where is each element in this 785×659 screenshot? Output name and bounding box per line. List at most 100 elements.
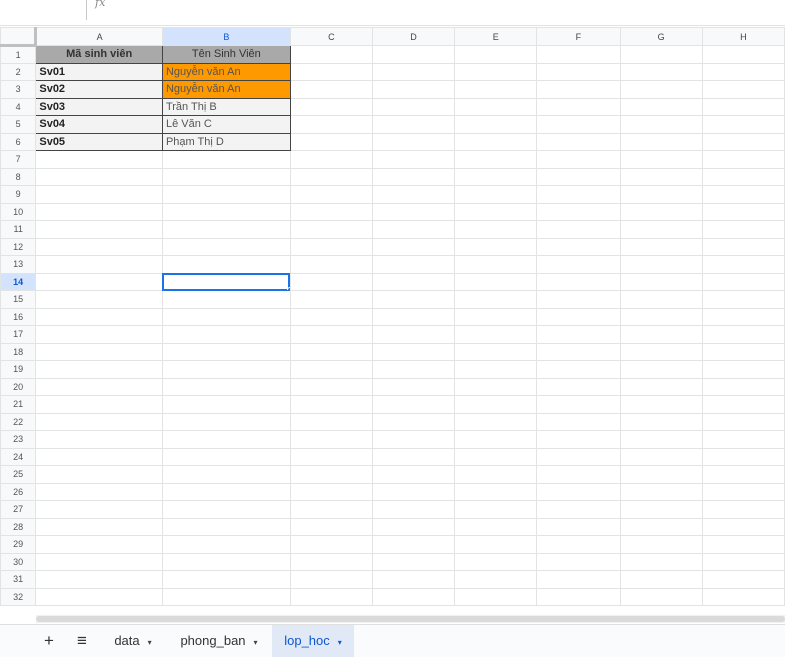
sheet-tab-lop_hoc[interactable]: lop_hoc ▾ xyxy=(272,625,354,657)
cell-A30[interactable] xyxy=(35,552,163,571)
cell-D28[interactable] xyxy=(371,517,456,536)
cell-H22[interactable] xyxy=(701,412,785,431)
row-header[interactable]: 17 xyxy=(0,325,37,344)
cell-A20[interactable] xyxy=(35,377,163,396)
cell-H25[interactable] xyxy=(701,465,785,484)
cell-F25[interactable] xyxy=(536,465,621,484)
row-header[interactable]: 13 xyxy=(0,255,37,274)
cell-B9[interactable] xyxy=(161,185,291,204)
cell-H10[interactable] xyxy=(701,202,785,221)
cell-F19[interactable] xyxy=(536,360,621,379)
cell-C9[interactable] xyxy=(289,185,373,204)
cell-G1[interactable] xyxy=(619,45,703,64)
cell-E32[interactable] xyxy=(454,587,538,606)
cell-B29[interactable] xyxy=(161,535,291,554)
formula-bar[interactable]: fx xyxy=(0,0,785,26)
cell-A11[interactable] xyxy=(35,220,163,239)
cell-G10[interactable] xyxy=(619,202,703,221)
cell-E6[interactable] xyxy=(454,132,538,151)
cell-C5[interactable] xyxy=(289,115,373,134)
cell-G8[interactable] xyxy=(619,167,703,186)
cell-D26[interactable] xyxy=(371,482,456,501)
cell-G18[interactable] xyxy=(619,342,703,361)
row-header[interactable]: 27 xyxy=(0,500,37,519)
cell-A32[interactable] xyxy=(35,587,163,606)
cell-A4[interactable]: Sv03 xyxy=(35,97,163,116)
horizontal-scrollbar[interactable] xyxy=(36,615,785,623)
cell-A12[interactable] xyxy=(35,237,163,256)
scrollbar-thumb[interactable] xyxy=(36,616,785,622)
cell-C21[interactable] xyxy=(289,395,373,414)
cell-G20[interactable] xyxy=(619,377,703,396)
chevron-down-icon[interactable]: ▾ xyxy=(338,638,342,647)
cell-D18[interactable] xyxy=(371,342,456,361)
cell-F22[interactable] xyxy=(536,412,621,431)
cell-B1[interactable]: Tên Sinh Viên xyxy=(161,45,291,64)
row-header[interactable]: 19 xyxy=(0,360,37,379)
cell-C30[interactable] xyxy=(289,552,373,571)
row-header[interactable]: 3 xyxy=(0,80,37,99)
cell-F9[interactable] xyxy=(536,185,621,204)
cell-D6[interactable] xyxy=(371,132,456,151)
cell-B25[interactable] xyxy=(161,465,291,484)
cell-E18[interactable] xyxy=(454,342,538,361)
cell-H19[interactable] xyxy=(701,360,785,379)
cell-C22[interactable] xyxy=(289,412,373,431)
cell-H4[interactable] xyxy=(701,97,785,116)
cell-A21[interactable] xyxy=(35,395,163,414)
spreadsheet-grid[interactable]: ABCDEFGH 1 Mã sinh viên Tên Sinh Viên 2 Sv01… xyxy=(0,27,785,615)
cell-H32[interactable] xyxy=(701,587,785,606)
fill-handle[interactable] xyxy=(286,287,290,290)
column-header-H[interactable]: H xyxy=(701,27,785,46)
cell-B20[interactable] xyxy=(161,377,291,396)
cell-E20[interactable] xyxy=(454,377,538,396)
sheet-tab-phong_ban[interactable]: phong_ban ▾ xyxy=(170,625,268,657)
cell-A22[interactable] xyxy=(35,412,163,431)
cell-F16[interactable] xyxy=(536,307,621,326)
cell-A26[interactable] xyxy=(35,482,163,501)
cell-E17[interactable] xyxy=(454,325,538,344)
cell-D13[interactable] xyxy=(371,255,456,274)
cell-G14[interactable] xyxy=(619,272,703,291)
cell-G19[interactable] xyxy=(619,360,703,379)
cell-A9[interactable] xyxy=(35,185,163,204)
cell-A27[interactable] xyxy=(35,500,163,519)
cell-E2[interactable] xyxy=(454,62,538,81)
cell-D30[interactable] xyxy=(371,552,456,571)
cell-D8[interactable] xyxy=(371,167,456,186)
cell-G11[interactable] xyxy=(619,220,703,239)
cell-A24[interactable] xyxy=(35,447,163,466)
cell-H29[interactable] xyxy=(701,535,785,554)
row-header[interactable]: 24 xyxy=(0,447,37,466)
cell-A5[interactable]: Sv04 xyxy=(35,115,163,134)
cell-B22[interactable] xyxy=(161,412,291,431)
cell-E9[interactable] xyxy=(454,185,538,204)
sheet-tab-data[interactable]: data ▾ xyxy=(104,625,162,657)
row-header[interactable]: 1 xyxy=(0,45,37,64)
cell-C29[interactable] xyxy=(289,535,373,554)
all-sheets-menu-button[interactable]: ≡ xyxy=(70,625,94,657)
row-header[interactable]: 10 xyxy=(0,202,37,221)
cell-F18[interactable] xyxy=(536,342,621,361)
cell-A13[interactable] xyxy=(35,255,163,274)
cell-H30[interactable] xyxy=(701,552,785,571)
row-header[interactable]: 6 xyxy=(0,132,37,151)
row-header[interactable]: 21 xyxy=(0,395,37,414)
cell-H18[interactable] xyxy=(701,342,785,361)
cell-C11[interactable] xyxy=(289,220,373,239)
cell-H20[interactable] xyxy=(701,377,785,396)
cell-D24[interactable] xyxy=(371,447,456,466)
cell-C31[interactable] xyxy=(289,570,373,589)
chevron-down-icon[interactable]: ▾ xyxy=(148,638,152,647)
cell-A2[interactable]: Sv01 xyxy=(35,62,163,81)
row-header[interactable]: 11 xyxy=(0,220,37,239)
cell-F26[interactable] xyxy=(536,482,621,501)
cell-B19[interactable] xyxy=(161,360,291,379)
cell-B3[interactable]: Nguyễn văn An xyxy=(161,80,291,99)
chevron-down-icon[interactable]: ▾ xyxy=(254,638,258,647)
cell-G31[interactable] xyxy=(619,570,703,589)
cell-C4[interactable] xyxy=(289,97,373,116)
row-header[interactable]: 18 xyxy=(0,342,37,361)
cell-G5[interactable] xyxy=(619,115,703,134)
row-header[interactable]: 22 xyxy=(0,412,37,431)
